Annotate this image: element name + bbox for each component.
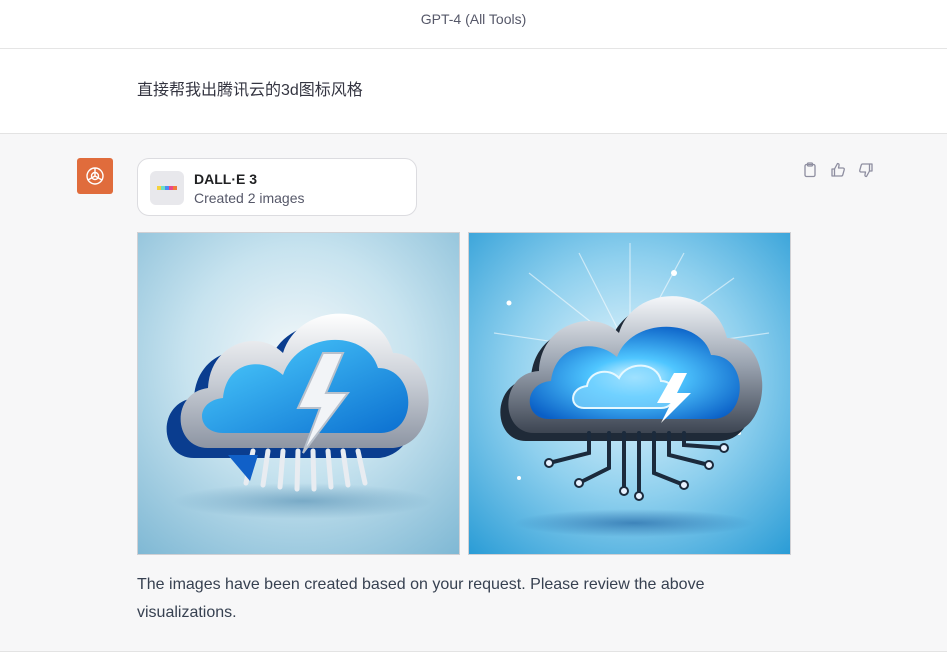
generated-image-1[interactable] — [137, 232, 460, 555]
tool-name: DALL·E 3 — [194, 171, 257, 187]
generated-image-2[interactable] — [468, 232, 791, 555]
model-title[interactable]: GPT-4 (All Tools) — [0, 11, 947, 27]
message-actions — [800, 160, 876, 180]
dalle-palette-icon — [150, 171, 184, 205]
dalle-tool-card[interactable]: DALL·E 3 Created 2 images — [137, 158, 417, 216]
top-bar: GPT-4 (All Tools) — [0, 0, 947, 49]
thumbs-down-icon[interactable] — [856, 160, 876, 180]
assistant-message: DALL·E 3 Created 2 images The images hav… — [0, 134, 947, 652]
cloud-lightning-icon — [166, 313, 433, 519]
openai-logo-icon — [77, 158, 113, 194]
user-message-text: 直接帮我出腾讯云的3d图标风格 — [137, 82, 363, 99]
clipboard-icon[interactable] — [800, 160, 820, 180]
user-message: 直接帮我出腾讯云的3d图标风格 — [0, 49, 947, 134]
assistant-response-text: The images have been created based on yo… — [137, 576, 705, 621]
cloud-circuit-icon — [493, 243, 770, 537]
thumbs-up-icon[interactable] — [828, 160, 848, 180]
tool-subtitle: Created 2 images — [194, 190, 305, 206]
